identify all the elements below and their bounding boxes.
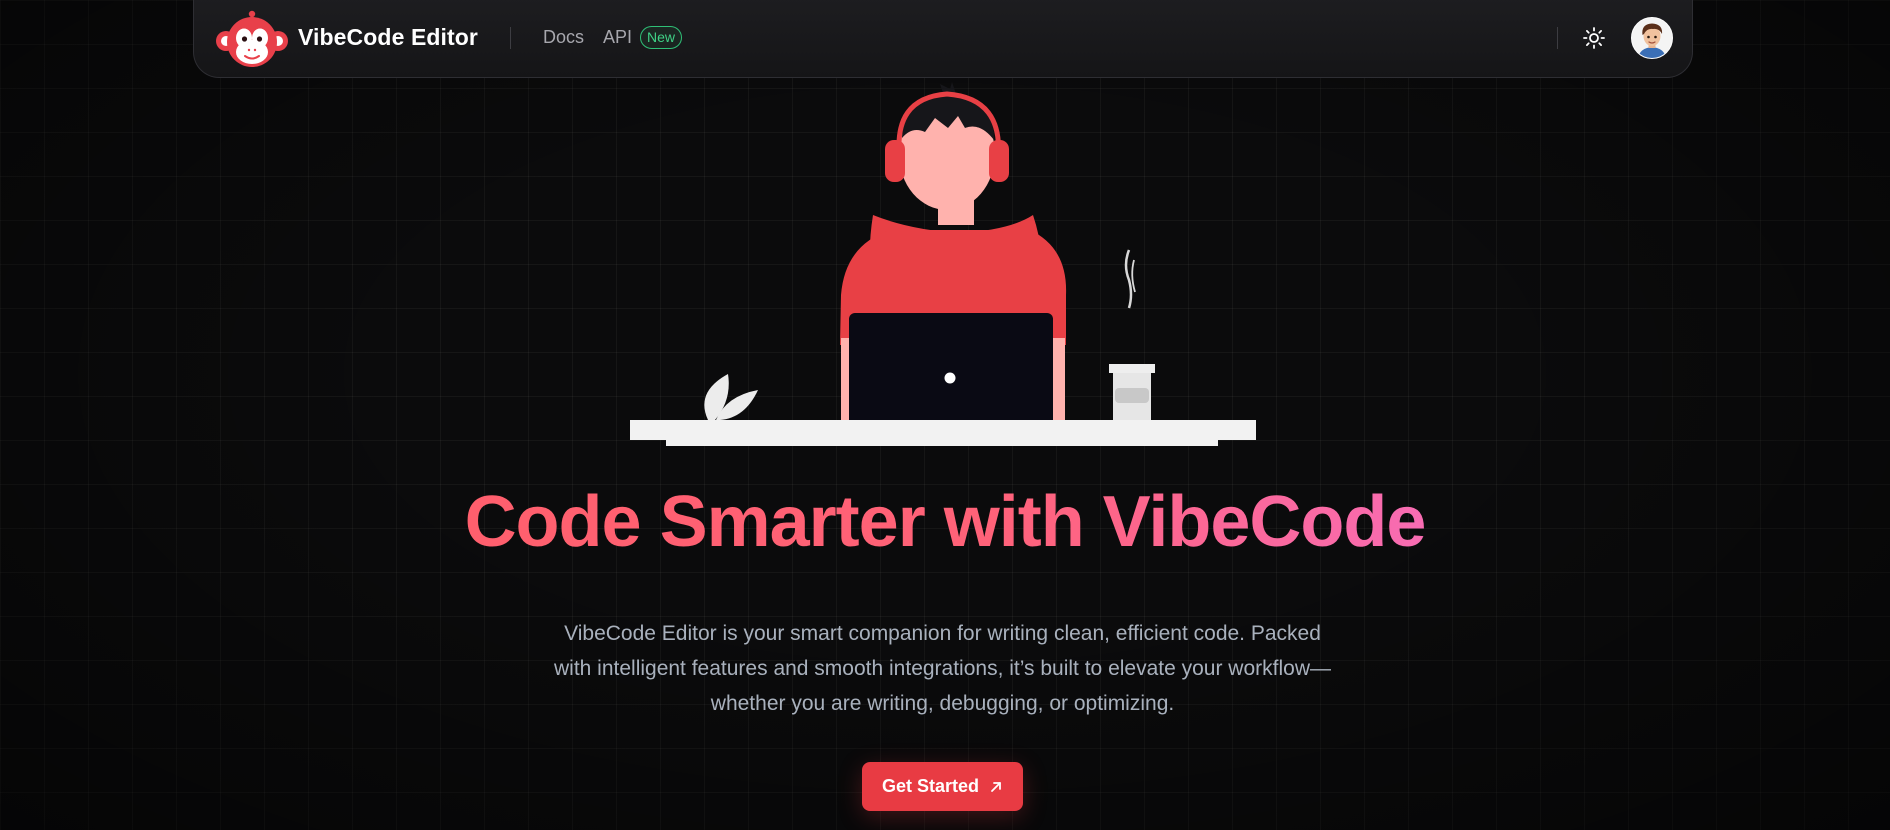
brand-home-link[interactable]: VibeCode Editor	[214, 6, 478, 70]
developer-illustration	[630, 82, 1256, 446]
coffee-mug-icon	[1109, 249, 1155, 433]
nav-divider	[510, 26, 511, 49]
new-badge: New	[640, 26, 683, 49]
hero-title: Code Smarter with VibeCode	[464, 482, 1427, 562]
top-navbar: VibeCode Editor Docs API New	[193, 0, 1693, 78]
user-avatar[interactable]	[1631, 16, 1673, 59]
monkey-logo-icon	[216, 10, 288, 67]
avatar-image	[1632, 17, 1672, 58]
hero-description: VibeCode Editor is your smart companion …	[553, 622, 1331, 715]
arrow-up-right-icon	[989, 780, 1003, 794]
brand-name: VibeCode Editor	[298, 24, 478, 50]
desk	[630, 420, 1256, 440]
nav-actions	[1557, 16, 1673, 59]
get-started-label: Get Started	[881, 776, 980, 796]
theme-toggle-button[interactable]	[1580, 24, 1608, 52]
nav-link-docs[interactable]: Docs	[543, 27, 584, 48]
nav-links: Docs API New	[543, 26, 683, 49]
get-started-button[interactable]: Get Started	[862, 762, 1023, 811]
nav-link-api[interactable]: API	[603, 27, 632, 48]
nav-divider-right	[1557, 26, 1558, 49]
sun-icon	[1583, 26, 1605, 49]
